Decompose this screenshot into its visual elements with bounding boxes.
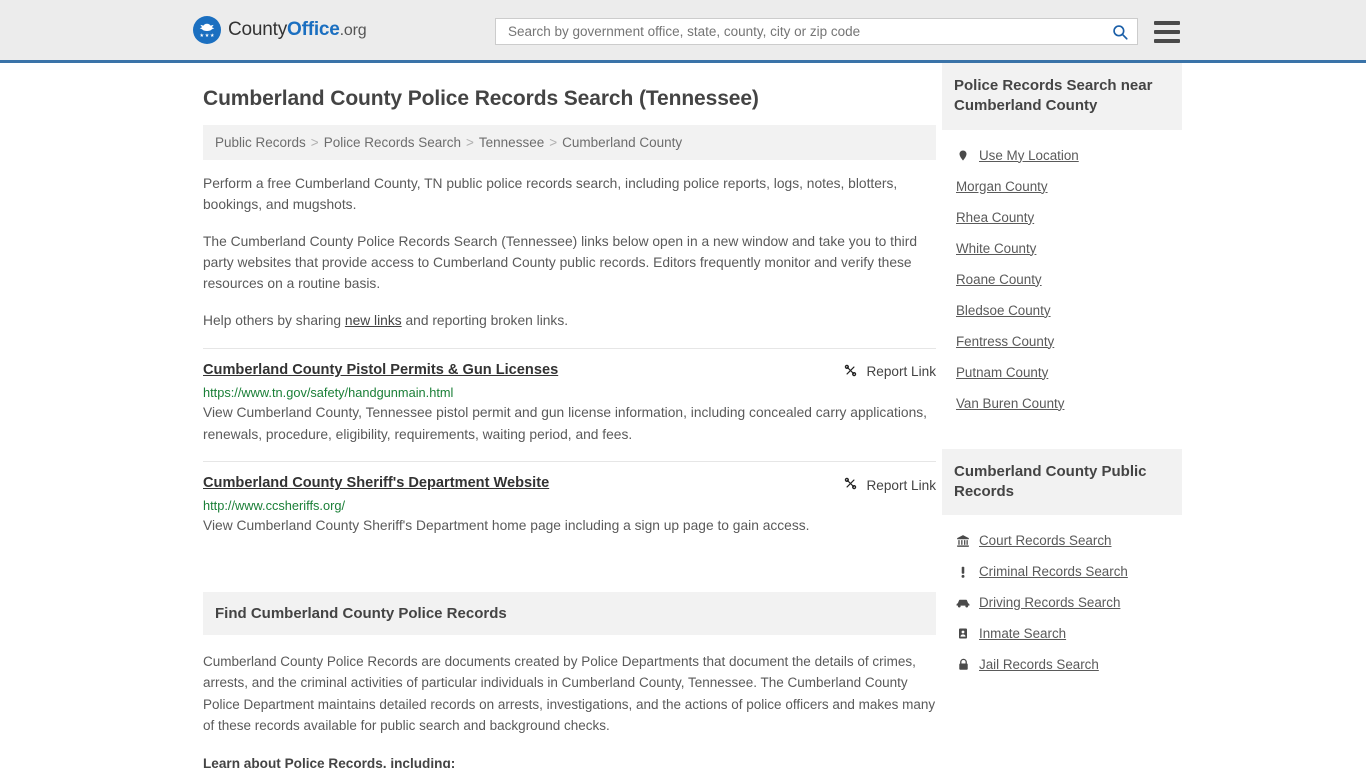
logo-text: CountyOffice.org (228, 19, 367, 41)
sidebar-link-label[interactable]: Jail Records Search (979, 657, 1099, 672)
search-box[interactable] (495, 18, 1138, 45)
find-records-heading: Find Cumberland County Police Records (203, 591, 936, 635)
find-records-paragraph: Cumberland County Police Records are doc… (203, 653, 936, 734)
sidebar-public-records-list: Court Records Search Criminal Records Se… (942, 515, 1182, 680)
hamburger-menu-icon[interactable] (1154, 20, 1180, 43)
report-link-label: Report Link (866, 477, 936, 493)
sidebar-link-label[interactable]: Bledsoe County (956, 303, 1051, 318)
sidebar-item-roane-county[interactable]: Roane County (956, 264, 1182, 295)
hamburger-bar (1154, 29, 1180, 34)
map-pin-icon (956, 148, 970, 163)
site-header: CountyOffice.org (0, 0, 1366, 63)
result-title-link[interactable]: Cumberland County Sheriff's Department W… (203, 475, 549, 491)
sidebar-item-driving-records-search[interactable]: Driving Records Search (956, 587, 1182, 618)
report-link-button[interactable]: Report Link (843, 476, 936, 494)
sidebar-item-jail-records-search[interactable]: Jail Records Search (956, 649, 1182, 680)
result-url[interactable]: http://www.ccsheriffs.org/ (203, 498, 936, 513)
sidebar-item-inmate-search[interactable]: Inmate Search (956, 618, 1182, 649)
sidebar-link-label[interactable]: Driving Records Search (979, 595, 1120, 610)
sidebar-link-label[interactable]: Roane County (956, 272, 1042, 287)
sidebar-link-label[interactable]: Rhea County (956, 210, 1034, 225)
lock-icon (956, 657, 970, 672)
sidebar-item-court-records-search[interactable]: Court Records Search (956, 525, 1182, 556)
breadcrumb-item-police-records-search[interactable]: Police Records Search (324, 135, 461, 150)
intro-paragraph-2: The Cumberland County Police Records Sea… (203, 233, 917, 291)
sidebar-item-bledsoe-county[interactable]: Bledsoe County (956, 295, 1182, 326)
result-header: Cumberland County Pistol Permits & Gun L… (203, 362, 936, 381)
breadcrumb-separator: > (466, 135, 474, 150)
result-description: View Cumberland County, Tennessee pistol… (203, 404, 927, 443)
breadcrumb-item-public-records[interactable]: Public Records (215, 135, 306, 150)
sidebar-nearby-list: Use My Location Morgan County Rhea Count… (942, 130, 1182, 419)
sidebar-item-white-county[interactable]: White County (956, 233, 1182, 264)
learn-about-title: Learn about Police Records, including: (203, 756, 456, 768)
main-content: Cumberland County Police Records Search … (203, 63, 936, 768)
car-icon (956, 596, 970, 610)
result-header: Cumberland County Sheriff's Department W… (203, 475, 936, 494)
report-link-label: Report Link (866, 364, 936, 380)
result-item: Cumberland County Sheriff's Department W… (203, 461, 936, 552)
result-url[interactable]: https://www.tn.gov/safety/handgunmain.ht… (203, 385, 936, 400)
breadcrumb-separator: > (549, 135, 558, 150)
logo-text-org: .org (339, 22, 367, 39)
search-input[interactable] (506, 19, 1109, 44)
broken-link-icon (843, 363, 858, 381)
breadcrumb-item-tennessee[interactable]: Tennessee (479, 135, 544, 150)
sidebar-item-putnam-county[interactable]: Putnam County (956, 357, 1182, 388)
sidebar-item-use-my-location[interactable]: Use My Location (956, 140, 1182, 171)
sidebar-link-label[interactable]: Fentress County (956, 334, 1054, 349)
share-text-before: Help others by sharing (203, 312, 345, 328)
breadcrumb-item-cumberland-county[interactable]: Cumberland County (562, 135, 682, 150)
find-records-body: Cumberland County Police Records are doc… (203, 635, 936, 768)
sidebar-link-label[interactable]: Putnam County (956, 365, 1048, 380)
eagle-seal-icon (193, 16, 221, 44)
sidebar-link-label[interactable]: Inmate Search (979, 626, 1066, 641)
search-icon[interactable] (1109, 23, 1131, 41)
result-title-link[interactable]: Cumberland County Pistol Permits & Gun L… (203, 362, 558, 378)
sidebar-nearby-heading: Police Records Search near Cumberland Co… (942, 63, 1182, 130)
sidebar-item-morgan-county[interactable]: Morgan County (956, 171, 1182, 202)
sidebar-public-records-block: Cumberland County Public Records Court R… (942, 448, 1182, 681)
logo-text-office: Office (287, 19, 340, 40)
broken-link-icon (843, 476, 858, 494)
result-description: View Cumberland County Sheriff's Departm… (203, 518, 810, 534)
sidebar-link-label[interactable]: White County (956, 241, 1036, 256)
result-item: Cumberland County Pistol Permits & Gun L… (203, 347, 936, 461)
exclamation-icon (956, 565, 970, 579)
search-area (495, 18, 1180, 45)
sidebar-item-fentress-county[interactable]: Fentress County (956, 326, 1182, 357)
sidebar-link-label[interactable]: Criminal Records Search (979, 564, 1128, 579)
sidebar-link-label[interactable]: Use My Location (979, 148, 1079, 163)
intro-paragraph-1: Perform a free Cumberland County, TN pub… (203, 176, 898, 212)
sidebar-link-label[interactable]: Court Records Search (979, 533, 1111, 548)
sidebar-item-rhea-county[interactable]: Rhea County (956, 202, 1182, 233)
sidebar-item-van-buren-county[interactable]: Van Buren County (956, 388, 1182, 419)
id-card-icon (956, 626, 970, 641)
sidebar-public-records-heading: Cumberland County Public Records (942, 448, 1182, 515)
sidebar-link-label[interactable]: Van Buren County (956, 396, 1064, 411)
new-links-link[interactable]: new links (345, 313, 402, 328)
hamburger-bar (1154, 38, 1180, 43)
page-title: Cumberland County Police Records Search … (203, 87, 759, 110)
courthouse-icon (956, 534, 970, 548)
sidebar-item-criminal-records-search[interactable]: Criminal Records Search (956, 556, 1182, 587)
hamburger-bar (1154, 20, 1180, 25)
sidebar-link-label[interactable]: Morgan County (956, 179, 1048, 194)
breadcrumb-separator: > (310, 135, 319, 150)
report-link-button[interactable]: Report Link (843, 363, 936, 381)
share-text-after: and reporting broken links. (401, 312, 569, 328)
site-logo[interactable]: CountyOffice.org (193, 16, 367, 44)
intro-paragraph-3: Help others by sharing new links and rep… (203, 311, 936, 332)
page-container: Cumberland County Police Records Search … (0, 63, 1366, 768)
sidebar: Police Records Search near Cumberland Co… (942, 63, 1182, 768)
breadcrumb: Public Records > Police Records Search > Ten… (203, 125, 936, 160)
logo-text-county: County (228, 19, 288, 40)
